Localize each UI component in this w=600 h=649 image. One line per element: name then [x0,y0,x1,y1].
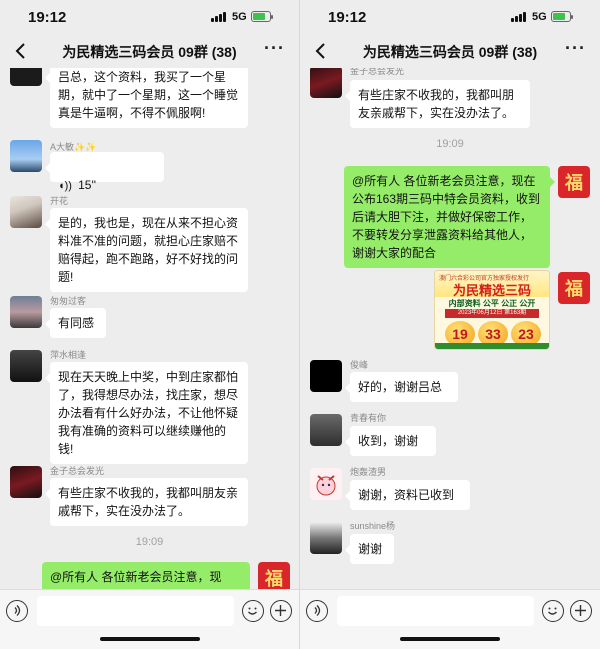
poster-footer [435,343,549,349]
signal-icon [511,12,527,22]
phone-right: 19:12 5G 为民精选三码会员 09群 (38) ··· 金子总会发光 有些… [300,0,600,649]
voice-icon[interactable] [6,600,28,622]
nav-bar: 为民精选三码会员 09群 (38) ··· [0,34,299,68]
sender-name: 匆匆过客 [50,296,87,306]
plus-icon[interactable] [270,600,292,622]
emoji-icon[interactable] [242,600,264,622]
input-bar [300,589,600,649]
poster-subtitle: 内部资料 公平 公正 公开 [448,299,536,308]
voice-duration: 15'' [78,178,97,192]
input-bar [0,589,299,649]
voice-wave-icon: ◖)) [58,180,79,192]
chat-area[interactable]: 吕总，这个资料，我买了一个星期，就中了一个星期，这一个睡觉真是牛逼啊，不得不佩服… [0,68,299,589]
phone-left: 19:12 5G 为民精选三码会员 09群 (38) ··· 吕总，这个资料，我… [0,0,300,649]
avatar[interactable] [10,350,42,382]
plus-glyph-icon [275,605,286,616]
sender-name: 金子总会发光 [350,68,405,76]
voice-glyph-icon [13,605,21,616]
message-bubble[interactable]: 有些庄家不收我的，我都叫朋友亲戚帮下，实在没办法了。 [345,80,530,128]
sender-name: 炮轰渣男 [350,467,387,477]
poster-title: 为民精选三码 [452,284,531,299]
message-input[interactable] [337,596,534,626]
avatar[interactable] [10,296,42,328]
message-bubble[interactable]: 现在天天晚上中奖，中到庄家都怕了，我得想尽办法，找庄家，想尽办法看有什么好办法，… [45,362,248,464]
message-bubble[interactable]: 吕总，这个资料，我买了一个星期，就中了一个星期，这一个睡觉真是牛逼啊，不得不佩服… [45,68,248,128]
sender-name: 萍水相逢 [50,350,87,360]
message-bubble[interactable]: 谢谢 [345,534,394,564]
more-icon[interactable]: ··· [565,38,586,59]
message-bubble[interactable]: 好的，谢谢吕总 [345,372,458,402]
more-icon[interactable]: ··· [264,38,285,59]
avatar-fu[interactable]: 福 [558,272,590,304]
status-time: 19:12 [328,9,367,26]
screen-pair: 19:12 5G 为民精选三码会员 09群 (38) ··· 吕总，这个资料，我… [0,0,600,649]
status-bar: 19:12 5G [0,0,299,34]
smile-glyph-icon [248,607,257,615]
avatar[interactable] [10,466,42,498]
chat-title: 为民精选三码会员 09群 (38) [362,44,538,60]
chat-area[interactable]: 金子总会发光 有些庄家不收我的，我都叫朋友亲戚帮下，实在没办法了。 19:09 … [300,68,600,589]
chat-title: 为民精选三码会员 09群 (38) [62,44,237,60]
timestamp: 19:09 [135,536,164,548]
network-label: 5G [232,11,247,23]
cartoon-icon [316,475,336,496]
network-label: 5G [532,11,547,23]
nav-bar: 为民精选三码会员 09群 (38) ··· [300,34,600,68]
signal-icon [211,12,227,22]
avatar[interactable] [310,414,342,446]
voice-glyph-icon [314,605,321,616]
poster-image[interactable]: 澳门六合彩公司官方独家授权发行 为民精选三码 内部资料 公平 公正 公开 202… [434,270,550,350]
avatar[interactable] [10,196,42,228]
home-indicator [400,637,500,641]
avatar[interactable] [310,468,342,500]
voice-icon[interactable] [306,600,328,622]
emoji-icon[interactable] [542,600,564,622]
sender-name: 俊峰 [350,360,369,370]
sender-name: 开花 [50,196,69,206]
sender-name: 青春有你 [350,413,387,423]
avatar[interactable] [310,522,342,554]
status-time: 19:12 [28,9,67,26]
plus-glyph-icon [575,605,586,616]
avatar[interactable] [10,140,42,172]
timestamp: 19:09 [436,138,464,150]
voice-message[interactable]: ◖)) 15'' [45,152,164,192]
message-bubble[interactable]: 有同感 [45,308,106,338]
home-indicator [100,637,200,641]
poster-date: 2023年06月12日 第163期 [445,309,539,318]
avatar[interactable] [10,68,42,86]
message-bubble[interactable]: 收到，谢谢 [345,426,436,456]
battery-icon [251,11,273,22]
avatar-fu[interactable]: 福 [558,166,590,198]
battery-icon [551,11,573,22]
status-bar: 19:12 5G [300,0,600,34]
message-bubble[interactable]: 谢谢，资料已收到 [345,480,470,510]
sender-name: 金子总会发光 [50,466,105,476]
message-bubble[interactable]: 是的，我也是，现在从来不担心资料准不准的问题，就担心庄家赔不赔得起，跑不跑路，好… [45,208,248,292]
avatar[interactable] [310,68,342,98]
avatar-fu[interactable]: 福 [258,562,290,589]
avatar[interactable] [310,360,342,392]
message-bubble-outgoing[interactable]: @所有人 各位新老会员注意，现 [42,562,250,589]
plus-icon[interactable] [570,600,592,622]
message-bubble-outgoing[interactable]: @所有人 各位新老会员注意，现在公布163期三码中特会员资料，收到后请大胆下注，… [344,166,555,268]
message-input[interactable] [37,596,234,626]
message-bubble[interactable]: 有些庄家不收我的，我都叫朋友亲戚帮下，实在没办法了。 [45,478,248,526]
smile-glyph-icon [548,607,557,615]
sender-name: sunshine杨 [350,521,396,531]
